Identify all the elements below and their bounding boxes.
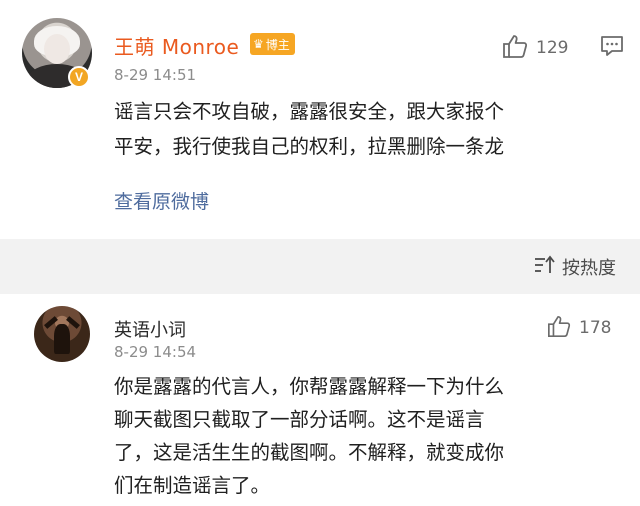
comment-line: 你是露露的代言人，你帮露露解释一下为什么 <box>114 375 505 398</box>
thumbs-up-icon <box>547 314 571 342</box>
comment-body: 谣言只会不攻自破，露露很安全，跟大家报个 平安，我行使我自己的权利，拉黑删除一条… <box>114 94 624 164</box>
sort-label: 按热度 <box>562 258 616 279</box>
comment-reply-icon[interactable] <box>600 34 624 62</box>
avatar[interactable] <box>34 306 90 362</box>
verified-v-icon: V <box>68 66 90 88</box>
comment-body: 你是露露的代言人，你帮露露解释一下为什么 聊天截图只截取了一部分话啊。这不是谣言… <box>114 370 624 502</box>
comment-line: 谣言只会不攻自破，露露很安全，跟大家报个 <box>114 100 505 123</box>
like-button[interactable]: 178 <box>547 314 611 342</box>
timestamp: 8-29 14:51 <box>114 66 197 84</box>
comment-line: 平安，我行使我自己的权利，拉黑删除一条龙 <box>114 135 505 158</box>
comment-line: 们在制造谣言了。 <box>114 474 271 497</box>
like-count: 129 <box>536 38 569 58</box>
like-button[interactable]: 129 <box>502 33 568 63</box>
comment-line: 了，这是活生生的截图啊。不解释，就变成你 <box>114 441 505 464</box>
comment-line: 聊天截图只截取了一部分话啊。这不是谣言 <box>114 408 485 431</box>
username[interactable]: 英语小词 <box>114 316 186 342</box>
like-count: 178 <box>579 318 612 338</box>
timestamp: 8-29 14:54 <box>114 343 197 361</box>
crown-icon: ♛ <box>253 37 264 51</box>
author-badge-label: 博主 <box>265 37 290 52</box>
view-original-link[interactable]: 查看原微博 <box>114 187 209 214</box>
thumbs-up-icon <box>502 33 528 63</box>
username[interactable]: 王萌 Monroe <box>114 31 239 60</box>
author-badge: ♛ 博主 <box>250 33 295 55</box>
sort-icon <box>534 255 556 279</box>
sort-by-hot-button[interactable]: 按热度 <box>534 254 616 280</box>
